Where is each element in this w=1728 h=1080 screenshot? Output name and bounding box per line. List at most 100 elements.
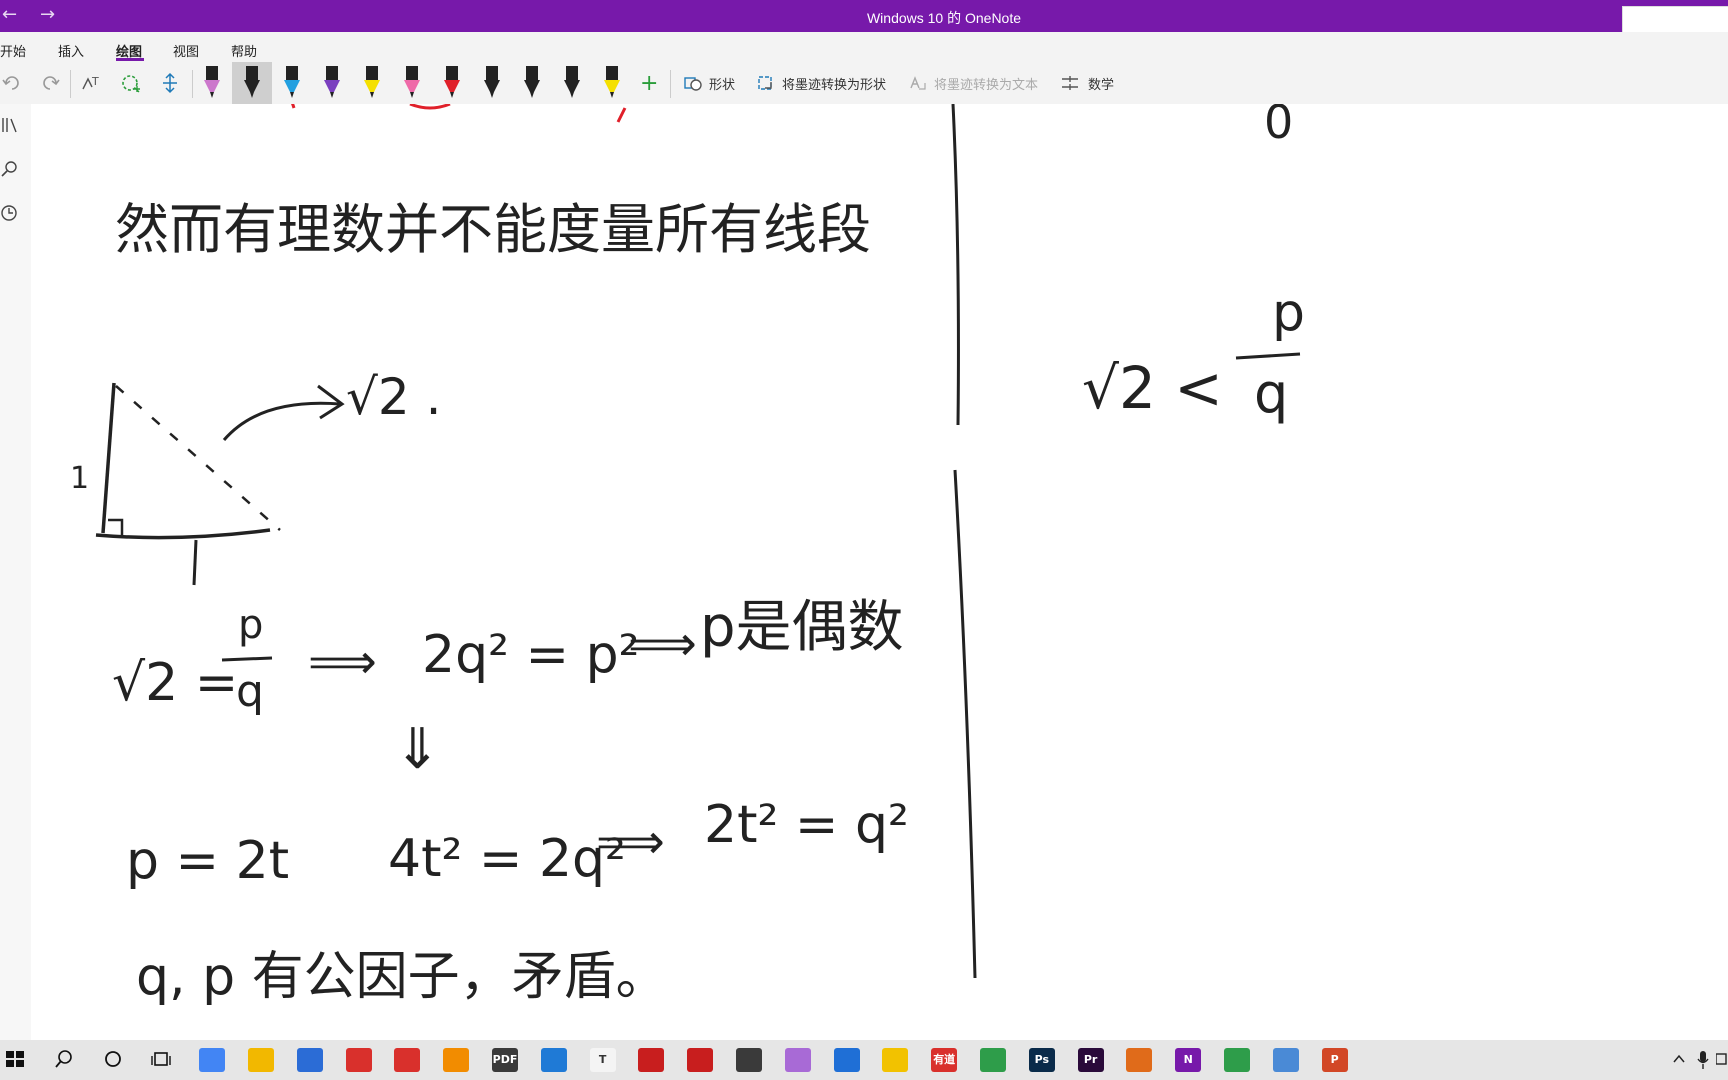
taskbar-premiere-label: Pr <box>1083 1053 1098 1066</box>
redo-icon <box>43 76 60 90</box>
taskbar-app-red-icon[interactable] <box>394 1048 421 1072</box>
tab-help[interactable]: 帮助 <box>231 41 257 60</box>
taskbar-acrobat-icon[interactable] <box>345 1048 372 1072</box>
pen-5-icon[interactable] <box>360 66 382 100</box>
math-icon <box>1062 76 1078 90</box>
taskbar-vscode-icon[interactable] <box>540 1048 567 1072</box>
chevron-up-icon[interactable] <box>1672 1052 1686 1066</box>
left-navigation-rail <box>0 104 32 1040</box>
taskbar-premiere-icon[interactable]: Pr <box>1077 1048 1104 1072</box>
shapes-button[interactable]: 形状 <box>683 68 735 98</box>
right-expr: √2 < <box>1082 354 1223 422</box>
microphone-icon[interactable] <box>1696 1050 1710 1070</box>
lasso-select-button[interactable]: T <box>80 68 102 98</box>
taskbar-firefox-icon[interactable] <box>1126 1048 1153 1072</box>
pen-8-icon[interactable] <box>480 66 502 100</box>
fraction-bar <box>221 656 273 662</box>
right-fraction-bar <box>1235 352 1301 360</box>
notebooks-icon[interactable] <box>0 116 22 134</box>
taskbar-start-icon[interactable] <box>4 1048 30 1072</box>
taskbar-youdao-icon[interactable]: 有道 <box>931 1048 958 1072</box>
taskbar-onenote-icon[interactable]: N <box>1175 1048 1202 1072</box>
taskbar-app-blue-icon[interactable] <box>296 1048 323 1072</box>
implies-arrow: ⟹ <box>308 634 377 690</box>
network-icon[interactable] <box>1716 1052 1728 1068</box>
ribbon-toolbar: T + 形状 将墨迹转换为形状 将墨迹转换为文本 数学 <box>0 62 1728 105</box>
pen-1-icon[interactable] <box>200 66 222 100</box>
taskbar-cortana-icon[interactable] <box>102 1048 128 1072</box>
taskbar-search-tool-icon[interactable] <box>443 1048 470 1072</box>
taskbar-pdf-icon[interactable]: PDF <box>492 1048 518 1072</box>
taskbar-search-icon[interactable] <box>53 1048 79 1072</box>
tab-view[interactable]: 视图 <box>173 41 199 60</box>
triangle-hypotenuse <box>115 385 281 531</box>
undo-icon <box>2 76 19 90</box>
taskbar-remote-icon[interactable] <box>1272 1048 1299 1072</box>
recent-icon[interactable] <box>0 204 22 222</box>
taskbar-taskview-icon[interactable] <box>150 1048 176 1072</box>
add-pen-button[interactable]: + <box>640 68 658 98</box>
implies-arrow: ⟹ <box>596 814 665 870</box>
pen-7-icon[interactable] <box>440 66 462 100</box>
frac-p: p <box>238 602 263 648</box>
eq1-mid: 2q² = p² <box>422 625 639 685</box>
note-canvas[interactable]: 然而有理数并不能度量所有线段 1 √2 . √2 = p q ⟹ 2q² = p… <box>31 95 1728 1040</box>
shapes-icon <box>684 77 702 91</box>
taskbar-sticky-icon[interactable] <box>882 1048 909 1072</box>
ink-stroke-partial <box>288 95 627 123</box>
pen-9-icon[interactable] <box>520 66 542 100</box>
eq1-right: p是偶数 <box>700 595 904 660</box>
taskbar-powerpoint-icon[interactable]: P <box>1321 1048 1348 1072</box>
arrow-label: √2 . <box>346 368 441 426</box>
tab-insert[interactable]: 插入 <box>58 41 84 60</box>
search-icon[interactable] <box>0 160 22 178</box>
divider <box>70 70 71 98</box>
lasso-icon <box>122 75 140 93</box>
taskbar-gear-icon[interactable] <box>638 1048 665 1072</box>
add-space-button[interactable] <box>160 68 180 98</box>
ink-text-line1: 然而有理数并不能度量所有线段 <box>115 198 871 261</box>
taskbar-chrome-icon[interactable] <box>199 1048 226 1072</box>
frac-q: q <box>236 666 264 717</box>
taskbar-app-dark-icon[interactable] <box>736 1048 762 1072</box>
curved-arrow <box>222 401 341 441</box>
taskbar-earth-icon[interactable] <box>980 1048 1006 1072</box>
ink-to-shape-button[interactable]: 将墨迹转换为形状 <box>756 68 886 98</box>
taskbar-typora-icon[interactable]: T <box>589 1048 616 1072</box>
task-view-icon <box>151 1052 172 1066</box>
eq1-left: √2 = <box>112 653 238 713</box>
pen-2-icon[interactable] <box>240 66 262 100</box>
pen-6-icon[interactable] <box>400 66 422 100</box>
pen-4-icon[interactable] <box>320 66 342 100</box>
title-bar: ← → Windows 10 的 OneNote <box>0 0 1728 32</box>
leg-label: 1 <box>70 461 89 496</box>
redo-button[interactable] <box>40 68 60 98</box>
undo-button[interactable] <box>2 68 22 98</box>
eq2-c: 2t² = q² <box>704 795 909 855</box>
pen-10-icon[interactable] <box>560 66 582 100</box>
math-button[interactable]: 数学 <box>1060 68 1114 98</box>
right-zero: 0 <box>1264 104 1293 149</box>
ink-to-text-button[interactable]: 将墨迹转换为文本 <box>908 68 1038 98</box>
taskbar-onenote-label: N <box>1183 1053 1193 1066</box>
implies-arrow: ⟹ <box>628 616 697 672</box>
svg-text:T: T <box>91 75 99 88</box>
right-frac-p: p <box>1272 283 1305 343</box>
taskbar-app-pin-icon[interactable] <box>784 1048 811 1072</box>
taskbar-photoshop-icon[interactable]: Ps <box>1028 1048 1055 1072</box>
taskbar-notepad-icon[interactable] <box>1224 1048 1250 1072</box>
shapes-label: 形状 <box>709 77 736 93</box>
taskbar-explorer-icon[interactable] <box>248 1048 274 1072</box>
ink-tick <box>192 539 198 586</box>
window-title: Windows 10 的 OneNote <box>866 10 1022 26</box>
lasso-button[interactable] <box>120 68 142 98</box>
conclusion: q, p 有公因子，矛盾。 <box>136 947 668 1007</box>
taskbar-virtual-icon[interactable] <box>687 1048 714 1072</box>
pen-11-icon[interactable] <box>600 66 622 100</box>
pen-3-icon[interactable] <box>280 66 302 100</box>
menu-bar: 开始 插入 绘图 视图 帮助 <box>0 32 1728 62</box>
taskbar-maps-icon[interactable] <box>833 1048 860 1072</box>
divider <box>670 70 671 98</box>
ink-to-shape-icon <box>758 76 772 90</box>
tab-home[interactable]: 开始 <box>0 41 26 60</box>
